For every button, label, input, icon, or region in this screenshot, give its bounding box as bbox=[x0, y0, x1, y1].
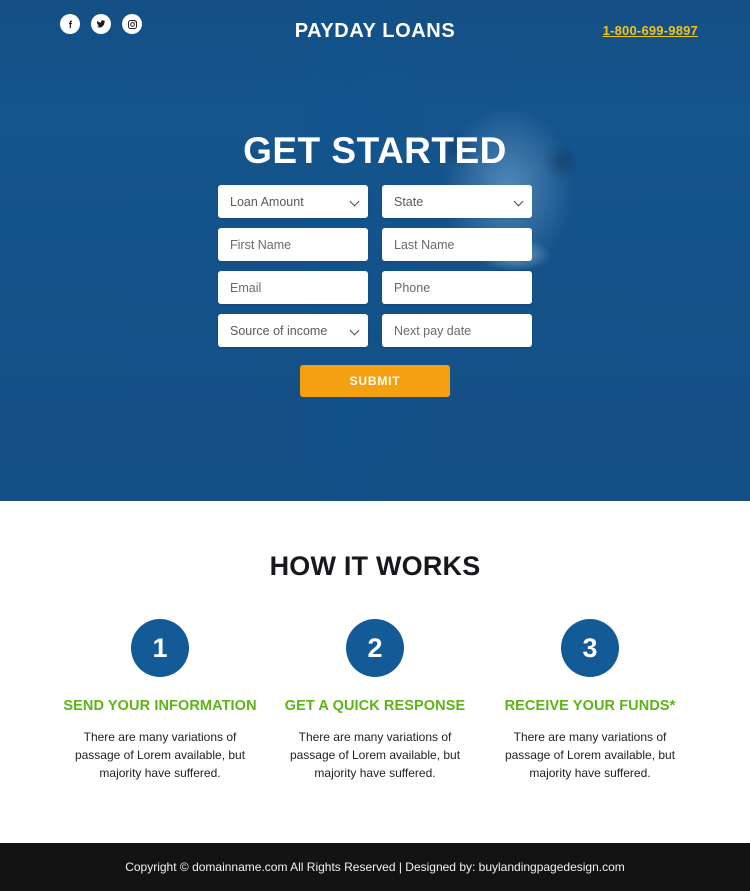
next-pay-date-input[interactable] bbox=[382, 314, 532, 347]
first-name-cell bbox=[218, 228, 368, 261]
step-number-badge: 1 bbox=[131, 619, 189, 677]
submit-button[interactable]: SUBMIT bbox=[300, 365, 450, 397]
phone-cell bbox=[382, 271, 532, 304]
site-footer: Copyright © domainname.com All Rights Re… bbox=[0, 843, 750, 891]
state-cell: State bbox=[382, 185, 532, 218]
form-row bbox=[218, 271, 532, 304]
step-title: GET A QUICK RESPONSE bbox=[284, 698, 466, 714]
step-description: There are many variations of passage of … bbox=[289, 730, 461, 780]
step-item: 1 SEND YOUR INFORMATION There are many v… bbox=[53, 619, 268, 782]
last-name-cell bbox=[382, 228, 532, 261]
section-title: HOW IT WORKS bbox=[269, 551, 481, 581]
email-input[interactable] bbox=[218, 271, 368, 304]
step-number-badge: 2 bbox=[346, 619, 404, 677]
source-of-income-cell: Source of income bbox=[218, 314, 368, 347]
phone-number[interactable]: 1-800-699-9897 bbox=[603, 23, 698, 38]
email-cell bbox=[218, 271, 368, 304]
step-item: 3 RECEIVE YOUR FUNDS* There are many var… bbox=[483, 619, 698, 782]
step-title: RECEIVE YOUR FUNDS* bbox=[504, 698, 676, 714]
source-of-income-select[interactable]: Source of income bbox=[218, 314, 368, 347]
step-title: SEND YOUR INFORMATION bbox=[63, 698, 257, 714]
state-select[interactable]: State bbox=[382, 185, 532, 218]
hero-section: PAYDAY LOANS 1-800-699-9897 GET STARTED … bbox=[0, 0, 750, 501]
step-item: 2 GET A QUICK RESPONSE There are many va… bbox=[268, 619, 483, 782]
submit-row: SUBMIT bbox=[218, 365, 532, 397]
first-name-input[interactable] bbox=[218, 228, 368, 261]
site-header: PAYDAY LOANS 1-800-699-9897 bbox=[0, 0, 750, 60]
page-title: GET STARTED bbox=[243, 130, 507, 171]
lead-form: Loan Amount State First Name Last Name E… bbox=[218, 185, 532, 397]
steps-list: 1 SEND YOUR INFORMATION There are many v… bbox=[0, 619, 750, 782]
form-row: Source of income bbox=[218, 314, 532, 347]
next-pay-date-cell bbox=[382, 314, 532, 347]
last-name-input[interactable] bbox=[382, 228, 532, 261]
form-row bbox=[218, 228, 532, 261]
form-row: Loan Amount State bbox=[218, 185, 532, 218]
copyright-text: Copyright © domainname.com All Rights Re… bbox=[125, 860, 625, 874]
step-description: There are many variations of passage of … bbox=[74, 730, 246, 780]
phone-input[interactable] bbox=[382, 271, 532, 304]
landing-page: PAYDAY LOANS 1-800-699-9897 GET STARTED … bbox=[0, 0, 750, 891]
loan-amount-cell: Loan Amount bbox=[218, 185, 368, 218]
how-it-works-section: HOW IT WORKS 1 SEND YOUR INFORMATION The… bbox=[0, 501, 750, 843]
step-number-badge: 3 bbox=[561, 619, 619, 677]
step-description: There are many variations of passage of … bbox=[504, 730, 676, 780]
loan-amount-select[interactable]: Loan Amount bbox=[218, 185, 368, 218]
